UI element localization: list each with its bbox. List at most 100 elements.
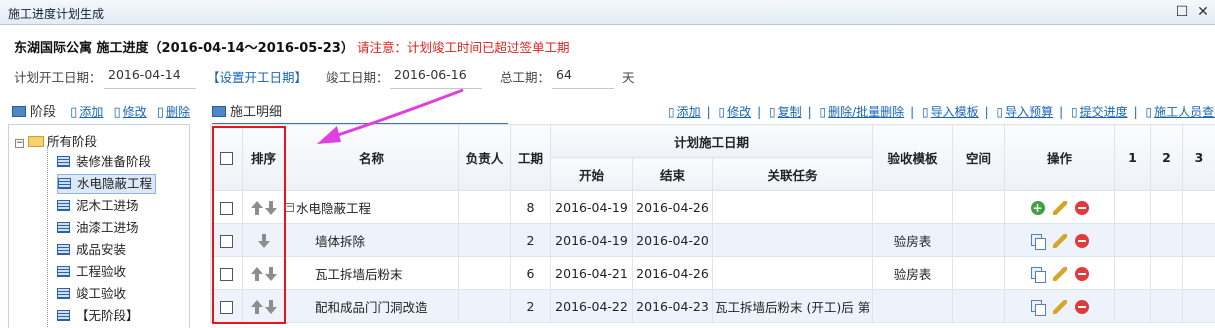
sort-header[interactable]: 排序 <box>242 124 285 191</box>
doc-icon: ▯ <box>922 105 929 119</box>
sort-cell <box>242 223 285 257</box>
copy-icon[interactable] <box>1030 299 1046 316</box>
add-icon[interactable]: + <box>1030 200 1045 215</box>
doc-icon: ▯ <box>769 105 776 119</box>
doc-icon: ▯ <box>718 105 726 119</box>
move-down-icon[interactable] <box>264 200 277 215</box>
collapse-toggle-icon[interactable]: − <box>285 202 294 212</box>
end-header[interactable]: 结束 <box>632 157 713 191</box>
delete-icon[interactable] <box>1074 200 1089 215</box>
edit-icon[interactable] <box>1052 266 1067 281</box>
delete-icon[interactable] <box>1074 299 1089 314</box>
row-checkbox[interactable] <box>220 267 233 281</box>
add-doc-icon: ▯ <box>70 105 78 120</box>
copy-icon[interactable] <box>1030 266 1046 283</box>
day-cell <box>1114 289 1152 323</box>
close-icon[interactable]: ✕ <box>1194 3 1212 21</box>
detail-delete-link[interactable]: 删除/批量删除 <box>828 105 904 119</box>
linked-cell <box>711 256 874 290</box>
import-budget-link[interactable]: 导入预算 <box>1005 105 1053 119</box>
edit-icon[interactable] <box>1052 233 1067 248</box>
project-info: 东湖国际公寓 施工进度（2016-04-14～2016-05-23） <box>14 41 354 56</box>
tree-node-label: 竣工验收 <box>76 286 127 301</box>
tree-node[interactable]: 装修准备阶段 <box>57 152 154 172</box>
tree-node[interactable]: 泥木工进场 <box>57 196 142 216</box>
space-header[interactable]: 空间 <box>952 124 1006 191</box>
template-cell[interactable]: 验房表 <box>872 223 954 257</box>
view-workers-link[interactable]: 施工人员查看 <box>1154 105 1215 119</box>
row-checkbox[interactable] <box>220 201 233 215</box>
move-up-icon[interactable] <box>250 266 263 281</box>
table-row[interactable]: − 水电隐蔽工程 8 2016-04-19 2016-04-26 + <box>210 190 1215 224</box>
stage-delete-link[interactable]: 删除 <box>166 105 190 119</box>
submit-progress-link[interactable]: 提交进度 <box>1080 105 1128 119</box>
tree-node[interactable]: 【无阶段】 <box>57 306 142 326</box>
ops-cell <box>1004 289 1116 323</box>
end-cell: 2016-04-26 <box>632 256 713 290</box>
select-all-checkbox[interactable] <box>220 152 233 165</box>
linked-cell <box>711 223 874 257</box>
row-select-cell <box>210 223 243 257</box>
tree-node[interactable]: 油漆工进场 <box>57 218 142 238</box>
copy-icon[interactable] <box>1030 233 1046 250</box>
owner-cell <box>458 256 511 290</box>
template-cell[interactable]: 验房表 <box>872 256 954 290</box>
start-cell: 2016-04-21 <box>550 256 633 290</box>
tree-node[interactable]: 竣工验收 <box>57 284 129 304</box>
separator: | <box>984 105 989 119</box>
edit-icon[interactable] <box>1052 200 1067 215</box>
owner-cell <box>458 190 511 224</box>
move-up-icon[interactable] <box>250 200 263 215</box>
table-row[interactable]: 墙体拆除 2 2016-04-19 2016-04-20 验房表 <box>210 223 1215 257</box>
separator: | <box>807 105 812 119</box>
table-row[interactable]: 瓦工拆墙后粉末 6 2016-04-21 2016-04-26 验房表 <box>210 256 1215 290</box>
duration-header[interactable]: 工期 <box>510 124 551 191</box>
tree-node[interactable]: 成品安装 <box>57 240 129 260</box>
set-start-date-link[interactable]: 【设置开工日期】 <box>207 67 307 86</box>
collapse-toggle-icon[interactable]: − <box>15 139 24 148</box>
separator: | <box>910 105 915 119</box>
row-checkbox[interactable] <box>220 234 233 248</box>
stage-add-link[interactable]: 添加 <box>79 105 103 119</box>
tree-node-label: 泥木工进场 <box>76 198 139 213</box>
template-cell[interactable] <box>872 289 954 323</box>
detail-add-link[interactable]: 添加 <box>677 105 701 119</box>
name-header[interactable]: 名称 <box>284 124 459 191</box>
edit-icon[interactable] <box>1052 299 1067 314</box>
tree-node[interactable]: 工程验收 <box>57 262 129 282</box>
maximize-icon[interactable]: ☐ <box>1173 3 1191 21</box>
move-down-icon[interactable] <box>264 266 277 281</box>
stage-panel-title: 阶段 <box>30 105 57 120</box>
import-template-link[interactable]: 导入模板 <box>931 105 979 119</box>
tree-node-selected[interactable]: 水电隐蔽工程 <box>57 174 157 194</box>
table-icon <box>58 178 71 189</box>
day-cell <box>1114 223 1152 257</box>
move-up-icon[interactable] <box>250 299 263 314</box>
start-header[interactable]: 开始 <box>550 157 633 191</box>
row-checkbox[interactable] <box>220 300 233 314</box>
template-header[interactable]: 验收模板 <box>872 124 954 191</box>
delete-icon[interactable] <box>1074 233 1089 248</box>
move-down-icon[interactable] <box>264 299 277 314</box>
duration-field[interactable]: 64 <box>552 60 614 89</box>
day-header: 2 <box>1150 124 1184 191</box>
owner-header[interactable]: 负责人 <box>458 124 511 191</box>
day-cell <box>1182 256 1215 290</box>
tree-node-label: 【无阶段】 <box>76 308 139 323</box>
detail-copy-link[interactable]: 复制 <box>778 105 802 119</box>
tree-node-label: 油漆工进场 <box>76 220 139 235</box>
space-cell <box>952 190 1006 224</box>
duration-cell: 2 <box>510 289 551 323</box>
owner-cell <box>458 289 511 323</box>
row-select-cell <box>210 289 243 323</box>
table-row[interactable]: 配和成品门门洞改造 2 2016-04-22 2016-04-23 瓦工拆墙后粉… <box>210 289 1215 323</box>
linked-task-header[interactable]: 关联任务 <box>711 157 874 191</box>
tree-root[interactable]: − 所有阶段 <box>15 131 97 150</box>
move-down-icon[interactable] <box>257 233 270 248</box>
doc-icon: ▯ <box>1145 105 1153 119</box>
start-date-field[interactable]: 2016-04-14 <box>104 60 196 89</box>
stage-edit-link[interactable]: 修改 <box>123 105 147 119</box>
detail-edit-link[interactable]: 修改 <box>727 105 751 119</box>
finish-date-field[interactable]: 2016-06-16 <box>390 60 482 89</box>
delete-icon[interactable] <box>1074 266 1089 281</box>
